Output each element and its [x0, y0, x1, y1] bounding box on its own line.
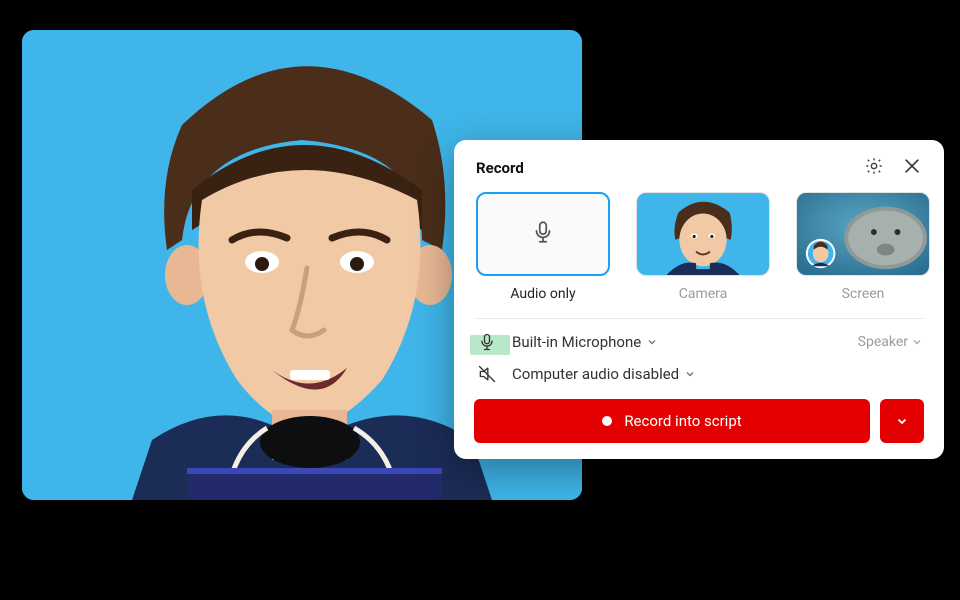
- chevron-down-icon: [912, 337, 922, 347]
- option-camera[interactable]: Camera: [636, 192, 770, 302]
- microphone-device-name: Built-in Microphone: [512, 333, 641, 351]
- microphone-select[interactable]: Built-in Microphone: [512, 333, 657, 351]
- record-button-more[interactable]: [880, 399, 924, 443]
- system-audio-row: Computer audio disabled: [476, 363, 922, 385]
- microphone-icon: [476, 331, 498, 353]
- chevron-down-icon: [896, 412, 908, 431]
- microphone-icon: [530, 219, 556, 249]
- record-button-label: Record into script: [624, 412, 741, 430]
- system-audio-select[interactable]: Computer audio disabled: [512, 365, 695, 383]
- input-settings: Built-in Microphone Speaker: [474, 319, 924, 399]
- record-dot-icon: [602, 416, 612, 426]
- chevron-down-icon: [647, 337, 657, 347]
- monitor-label: Speaker: [858, 334, 908, 350]
- panel-title: Record: [476, 159, 524, 177]
- record-button[interactable]: Record into script: [474, 399, 870, 443]
- panel-header: Record: [474, 158, 924, 178]
- option-label: Camera: [679, 286, 728, 302]
- chevron-down-icon: [685, 369, 695, 379]
- speaker-muted-icon: [476, 363, 498, 385]
- close-icon: [902, 156, 922, 180]
- option-camera-tile: [636, 192, 770, 276]
- close-button[interactable]: [902, 158, 922, 178]
- microphone-row: Built-in Microphone Speaker: [476, 331, 922, 353]
- option-audio-only[interactable]: Audio only: [476, 192, 610, 302]
- option-label: Audio only: [510, 286, 575, 302]
- monitor-select[interactable]: Speaker: [858, 334, 922, 350]
- settings-button[interactable]: [864, 158, 884, 178]
- option-audio-only-tile: [476, 192, 610, 276]
- system-audio-status: Computer audio disabled: [512, 365, 679, 383]
- record-panel: Record: [454, 140, 944, 459]
- option-screen[interactable]: Screen: [796, 192, 930, 302]
- option-label: Screen: [842, 286, 885, 302]
- option-screen-tile: [796, 192, 930, 276]
- record-mode-options: Audio only Camera: [474, 192, 924, 319]
- gear-icon: [864, 156, 884, 180]
